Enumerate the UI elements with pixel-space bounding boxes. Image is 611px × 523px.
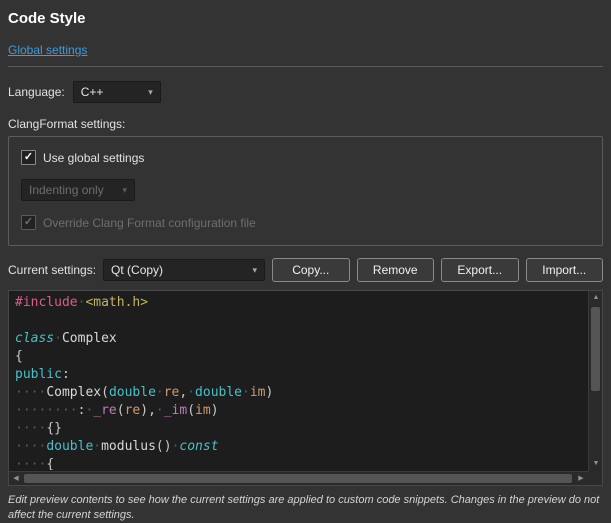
current-settings-row: Current settings: Qt (Copy) ▾ Copy... Re… xyxy=(8,258,603,282)
code-line: ····double·modulus()·const xyxy=(15,438,586,456)
code-token: ( xyxy=(117,403,125,418)
use-global-settings-label: Use global settings xyxy=(43,151,144,165)
code-token: modulus xyxy=(101,439,156,454)
code-token: double xyxy=(195,385,242,400)
code-line: ········:·_re(re),·_im(im) xyxy=(15,402,586,420)
code-line: ····Complex(double·re,·double·im) xyxy=(15,384,586,402)
code-token: · xyxy=(242,385,250,400)
code-token: <math.h> xyxy=(85,295,148,310)
code-token: ···· xyxy=(15,421,46,436)
formatting-mode-select[interactable]: Indenting only ▾ xyxy=(21,179,135,201)
code-token: { xyxy=(46,457,54,470)
override-config-label: Override Clang Format configuration file xyxy=(43,216,256,230)
code-token: _re xyxy=(93,403,116,418)
code-line: ····{ xyxy=(15,456,586,470)
code-token: () xyxy=(156,439,172,454)
code-token: class xyxy=(15,331,54,346)
code-token: · xyxy=(93,439,101,454)
code-token: ···· xyxy=(15,385,46,400)
horizontal-scrollbar-thumb[interactable] xyxy=(24,474,572,483)
code-token: {} xyxy=(46,421,62,436)
current-settings-label: Current settings: xyxy=(8,263,96,277)
clangformat-group-title: ClangFormat settings: xyxy=(8,117,603,131)
code-token: ) xyxy=(211,403,219,418)
code-token: public xyxy=(15,367,62,382)
code-token: Complex xyxy=(46,385,101,400)
language-select[interactable]: C++ ▾ xyxy=(73,81,161,103)
current-settings-value: Qt (Copy) xyxy=(111,263,163,277)
language-label: Language: xyxy=(8,85,65,99)
code-token: _im xyxy=(164,403,187,418)
use-global-settings-checkbox[interactable]: ✓ Use global settings xyxy=(21,150,590,165)
scroll-down-icon[interactable]: ▼ xyxy=(589,457,603,471)
code-line xyxy=(15,312,586,330)
code-token: · xyxy=(156,385,164,400)
remove-button[interactable]: Remove xyxy=(357,258,434,282)
code-token: ( xyxy=(101,385,109,400)
code-token: ( xyxy=(187,403,195,418)
chevron-down-icon: ▾ xyxy=(253,265,258,276)
code-line: #include·<math.h> xyxy=(15,294,586,312)
code-token: #include xyxy=(15,295,78,310)
code-token: · xyxy=(187,385,195,400)
code-token: ), xyxy=(140,403,156,418)
code-token: ········ xyxy=(15,403,78,418)
code-token: re xyxy=(125,403,141,418)
code-line: public: xyxy=(15,366,586,384)
formatting-mode-value: Indenting only xyxy=(29,183,104,197)
page-title: Code Style xyxy=(8,10,603,27)
code-token: im xyxy=(195,403,211,418)
code-token: re xyxy=(164,385,180,400)
code-token: : xyxy=(62,367,70,382)
code-token: const xyxy=(179,439,218,454)
code-token: ) xyxy=(266,385,274,400)
code-token: { xyxy=(15,349,23,364)
code-line: ····{} xyxy=(15,420,586,438)
check-icon: ✓ xyxy=(24,152,33,163)
code-style-page: Code Style Global settings Language: C++… xyxy=(8,10,603,523)
clangformat-group: ✓ Use global settings Indenting only ▾ ✓… xyxy=(8,136,603,246)
import-button[interactable]: Import... xyxy=(526,258,603,282)
footer-note: Edit preview contents to see how the cur… xyxy=(8,493,603,523)
code-token: im xyxy=(250,385,266,400)
code-token: double xyxy=(46,439,93,454)
checkbox-box: ✓ xyxy=(21,215,36,230)
header-divider-row: Global settings xyxy=(8,41,603,67)
code-token: · xyxy=(54,331,62,346)
vertical-scrollbar-thumb[interactable] xyxy=(591,307,600,391)
checkbox-box: ✓ xyxy=(21,150,36,165)
code-token: · xyxy=(156,403,164,418)
code-token: ···· xyxy=(15,457,46,470)
language-row: Language: C++ ▾ xyxy=(8,81,603,103)
horizontal-scrollbar[interactable]: ◀ ▶ xyxy=(9,471,588,485)
copy-button[interactable]: Copy... xyxy=(272,258,349,282)
scroll-right-icon[interactable]: ▶ xyxy=(574,472,588,486)
scroll-up-icon[interactable]: ▲ xyxy=(589,291,603,305)
global-settings-link[interactable]: Global settings xyxy=(8,43,87,57)
code-token: ···· xyxy=(15,439,46,454)
scroll-left-icon[interactable]: ◀ xyxy=(9,472,23,486)
code-area: #include·<math.h> class·Complex{public:·… xyxy=(15,294,586,470)
chevron-down-icon: ▾ xyxy=(122,185,127,196)
code-preview-editor[interactable]: #include·<math.h> class·Complex{public:·… xyxy=(8,290,603,486)
code-token: double xyxy=(109,385,156,400)
scrollbar-corner xyxy=(588,471,602,485)
code-token: Complex xyxy=(62,331,117,346)
code-line: class·Complex xyxy=(15,330,586,348)
export-button[interactable]: Export... xyxy=(441,258,518,282)
code-line: { xyxy=(15,348,586,366)
current-settings-select[interactable]: Qt (Copy) ▾ xyxy=(103,259,265,281)
vertical-scrollbar[interactable]: ▲ ▼ xyxy=(588,291,602,471)
chevron-down-icon: ▾ xyxy=(148,87,153,98)
override-config-checkbox[interactable]: ✓ Override Clang Format configuration fi… xyxy=(21,215,590,230)
language-value: C++ xyxy=(81,85,104,99)
check-icon: ✓ xyxy=(24,217,33,228)
